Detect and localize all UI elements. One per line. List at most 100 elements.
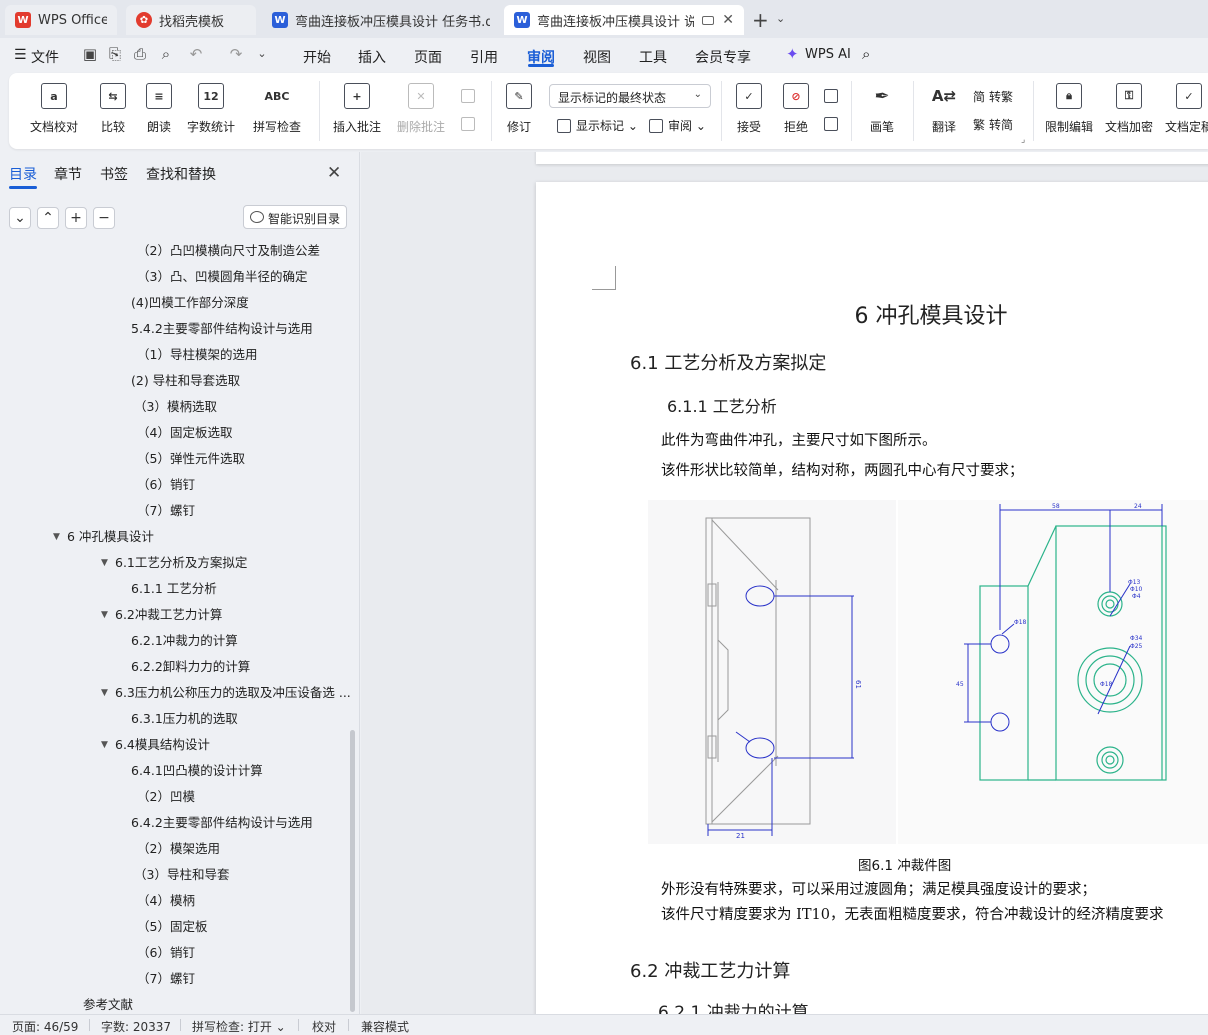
smart-toc-button[interactable]: 智能识别目录 [243, 205, 347, 229]
next-change-icon[interactable] [824, 117, 843, 131]
dim-label: Φ4 [1132, 593, 1141, 600]
toc-item[interactable]: （3）凸、凹模圆角半径的确定 [0, 264, 345, 290]
toc-item[interactable]: ▼ 6.3压力机公称压力的选取及冲压设备选 ... [0, 680, 351, 706]
tab-spec-doc[interactable]: W 弯曲连接板冲压模具设计 说明 ✕ [504, 5, 744, 35]
reject-button[interactable]: ⊘ 拒绝 [766, 83, 826, 135]
remove-heading-button[interactable]: − [93, 207, 115, 229]
toc-item[interactable]: （6）销钉 [0, 940, 345, 966]
finalize-button[interactable]: ✓ 文档定稿 [1159, 83, 1208, 135]
show-markup-select[interactable]: 显示标记的最终状态 ⌄ [549, 84, 711, 108]
encrypt-button[interactable]: ⚿ 文档加密 [1099, 83, 1159, 135]
collapse-arrow-icon[interactable]: ▼ [101, 732, 108, 758]
toc-item[interactable]: 6.1.1 工艺分析 [0, 576, 345, 602]
revise-button[interactable]: ✎ 修订 [489, 83, 549, 135]
toc-item[interactable]: (4)凹模工作部分深度 [0, 290, 345, 316]
save-icon[interactable]: ▣ [82, 46, 98, 62]
menu-file[interactable]: 文件 [31, 47, 59, 67]
to-simplified-button[interactable]: 繁转简 [973, 116, 1013, 133]
add-heading-button[interactable]: + [65, 207, 87, 229]
next-comment-icon[interactable] [461, 117, 480, 131]
tab-docer-templates[interactable]: ✿ 找稻壳模板 [126, 5, 256, 35]
toc-item[interactable]: 6.4.2主要零部件结构设计与选用 [0, 810, 345, 836]
menu-insert[interactable]: 插入 [358, 47, 386, 67]
insert-comment-button[interactable]: + 插入批注 [327, 83, 387, 135]
expand-up-button[interactable]: ⌃ [37, 207, 59, 229]
toc-item[interactable]: 6.3.1压力机的选取 [0, 706, 345, 732]
toc-item[interactable]: （2）凸凹模横向尺寸及制造公差 [0, 238, 345, 264]
toc-item[interactable]: 6.2.1冲裁力的计算 [0, 628, 345, 654]
monitor-icon[interactable] [702, 15, 715, 25]
collapse-arrow-icon[interactable]: ▼ [53, 524, 60, 550]
tab-wps-office[interactable]: W WPS Office [5, 5, 117, 35]
tab-find-replace[interactable]: 查找和替换 [146, 164, 216, 184]
toc-item[interactable]: ▼ 6.4模具结构设计 [0, 732, 345, 758]
expand-dialog-icon[interactable]: ⌟ [1021, 135, 1025, 145]
toc-item[interactable]: （4）模柄 [0, 888, 345, 914]
toc-item[interactable]: （7）螺钉 [0, 966, 345, 992]
show-markup-button[interactable]: 显示标记 ⌄ [557, 117, 638, 134]
page-indicator[interactable]: 页面: 46/59 [12, 1018, 78, 1035]
menu-wps-ai[interactable]: WPS AI [805, 47, 851, 62]
toc-item[interactable]: 6.2.2卸料力力的计算 [0, 654, 345, 680]
toc-item[interactable]: ▼ 6.2冲裁工艺力计算 [0, 602, 345, 628]
toc-item[interactable]: （3）模柄选取 [0, 394, 345, 420]
toc-item[interactable]: （1）导柱模架的选用 [0, 342, 345, 368]
toc-item[interactable]: （3）导柱和导套 [0, 862, 345, 888]
toc-item[interactable]: （7）螺钉 [0, 498, 345, 524]
print-icon[interactable]: ⎙ [132, 46, 148, 62]
toc-item[interactable]: （5）固定板 [0, 914, 345, 940]
toc-item[interactable]: 6.4.1凹凸模的设计计算 [0, 758, 345, 784]
toc-item[interactable]: ▼ 6 冲孔模具设计 [0, 524, 345, 550]
chevron-down-icon[interactable]: ⌄ [254, 46, 270, 62]
toc-item[interactable]: （2）凹模 [0, 784, 345, 810]
menu-member[interactable]: 会员专享 [695, 47, 751, 67]
read-aloud-button[interactable]: ≡ 朗读 [129, 83, 189, 135]
toc-item[interactable]: （6）销钉 [0, 472, 345, 498]
toc-item[interactable]: （5）弹性元件选取 [0, 446, 345, 472]
spell-check-status[interactable]: 拼写检查: 打开 ⌄ [192, 1018, 286, 1035]
proofread-status[interactable]: 校对 [312, 1018, 336, 1035]
delete-comment-button[interactable]: ✕ 删除批注 [391, 83, 451, 135]
spell-check-button[interactable]: ABC 拼写检查 [247, 83, 307, 135]
proofread-button[interactable]: a 文档校对 [21, 83, 87, 135]
prev-change-icon[interactable] [824, 89, 843, 103]
undo-icon[interactable]: ↶ [188, 46, 204, 62]
collapse-arrow-icon[interactable]: ▼ [101, 550, 108, 576]
prev-comment-icon[interactable] [461, 89, 480, 103]
tab-chapters[interactable]: 章节 [54, 164, 82, 184]
menu-view[interactable]: 视图 [583, 47, 611, 67]
collapse-arrow-icon[interactable]: ▼ [101, 680, 108, 706]
close-icon[interactable]: ✕ [722, 12, 734, 28]
word-count-button[interactable]: 12 字数统计 [181, 83, 241, 135]
chevron-down-icon[interactable]: ⌄ [776, 12, 785, 25]
tab-task-doc[interactable]: W 弯曲连接板冲压模具设计 任务书.doc [262, 5, 500, 35]
menu-page[interactable]: 页面 [414, 47, 442, 67]
sidebar-scrollbar[interactable] [350, 730, 355, 1012]
redo-icon[interactable]: ↷ [228, 46, 244, 62]
review-pane-button[interactable]: 审阅 ⌄ [649, 117, 706, 134]
collapse-arrow-icon[interactable]: ▼ [101, 602, 108, 628]
print-preview-icon[interactable]: ⌕ [158, 46, 174, 62]
tab-toc[interactable]: 目录 [9, 164, 37, 184]
tab-bookmarks[interactable]: 书签 [100, 164, 128, 184]
document-page[interactable]: 6 冲孔模具设计 6.1 工艺分析及方案拟定 6.1.1 工艺分析 此件为弯曲件… [536, 182, 1208, 1014]
new-tab-plus-icon[interactable]: + [752, 8, 769, 32]
pen-button[interactable]: ✒ 画笔 [852, 83, 912, 135]
toc-item[interactable]: （2）模架选用 [0, 836, 345, 862]
toc-item[interactable]: (2) 导柱和导套选取 [0, 368, 345, 394]
toc-item[interactable]: （4）固定板选取 [0, 420, 345, 446]
hamburger-icon[interactable]: ☰ [14, 47, 27, 63]
close-icon[interactable]: ✕ [327, 163, 341, 183]
menu-tools[interactable]: 工具 [639, 47, 667, 67]
toc-item[interactable]: 5.4.2主要零部件结构设计与选用 [0, 316, 345, 342]
translate-button[interactable]: A⇄ 翻译 [914, 83, 974, 135]
word-count-indicator[interactable]: 字数: 20337 [101, 1018, 171, 1035]
search-icon[interactable]: ⌕ [862, 45, 870, 63]
collapse-all-button[interactable]: ⌄ [9, 207, 31, 229]
restrict-edit-button[interactable]: 🔒︎ 限制编辑 [1039, 83, 1099, 135]
to-traditional-button[interactable]: 简转繁 [973, 88, 1013, 105]
toc-item[interactable]: ▼ 6.1工艺分析及方案拟定 [0, 550, 345, 576]
menu-home[interactable]: 开始 [303, 47, 331, 67]
menu-reference[interactable]: 引用 [470, 47, 498, 67]
export-pdf-icon[interactable]: ⎘ [107, 46, 123, 62]
